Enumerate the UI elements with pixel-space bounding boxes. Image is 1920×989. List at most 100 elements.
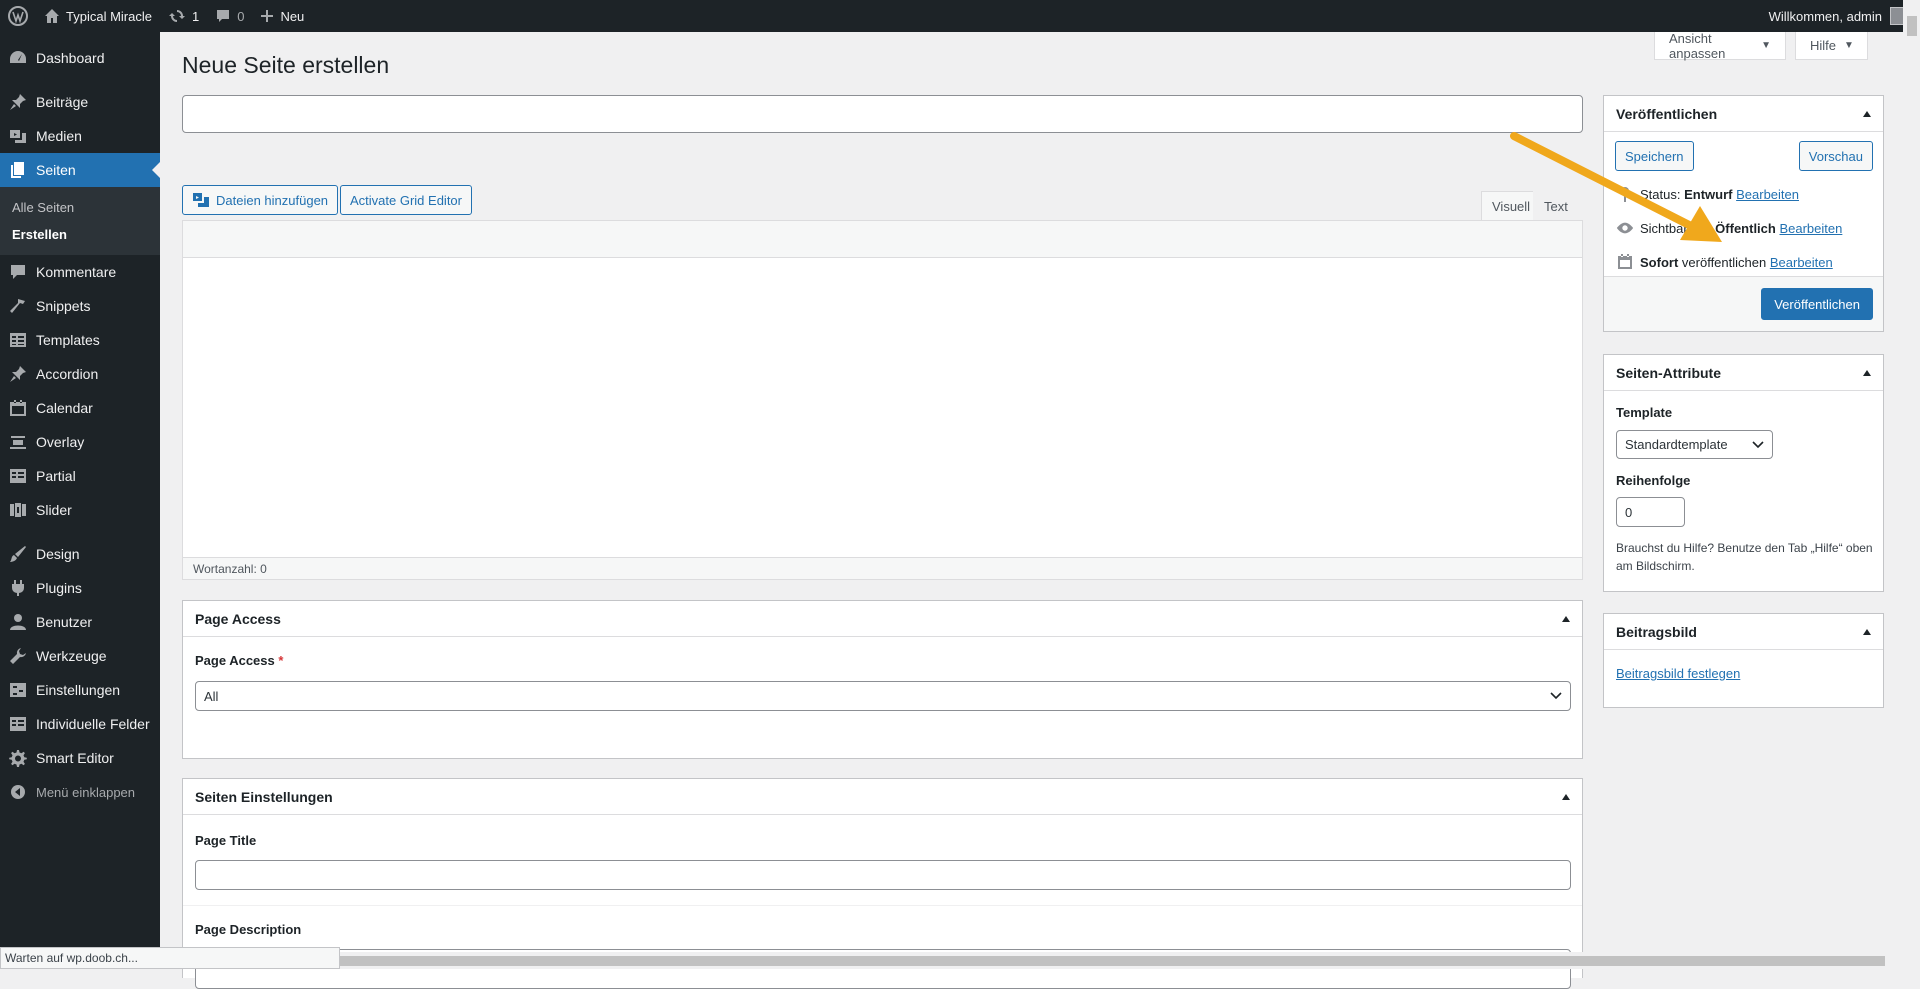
caret-down-icon: ▼: [1761, 40, 1771, 51]
pages-icon: [8, 160, 28, 180]
calendar-icon: [8, 398, 28, 418]
page-description-label: Page Description: [195, 922, 302, 937]
sidebar-item-slider[interactable]: Slider: [0, 493, 160, 527]
sidebar-item-overlay[interactable]: Overlay: [0, 425, 160, 459]
sidebar-item-templates[interactable]: Templates: [0, 323, 160, 357]
editor-toolbar: [183, 221, 1582, 258]
add-media-button[interactable]: Dateien hinzufügen: [182, 185, 339, 215]
edit-schedule-link[interactable]: Bearbeiten: [1770, 255, 1833, 270]
featured-image-header[interactable]: Beitragsbild: [1604, 614, 1883, 650]
required-mark: *: [278, 653, 284, 668]
site-name-link[interactable]: Typical Miracle: [36, 0, 160, 32]
sidebar-item-snippets[interactable]: Snippets: [0, 289, 160, 323]
collapse-arrow-icon[interactable]: [1562, 793, 1570, 800]
featured-image-box: Beitragsbild Beitragsbild festlegen: [1603, 613, 1884, 708]
schedule-row: Sofort veröffentlichen Bearbeiten: [1616, 253, 1833, 271]
page-settings-header[interactable]: Seiten Einstellungen: [183, 779, 1582, 815]
sidebar-item-calendar[interactable]: Calendar: [0, 391, 160, 425]
comment-icon: [8, 262, 28, 282]
scrollbar-thumb[interactable]: [340, 956, 1885, 966]
comments-count: 0: [237, 8, 245, 24]
page-access-header[interactable]: Page Access: [183, 601, 1582, 637]
sidebar-item-accordion[interactable]: Accordion: [0, 357, 160, 391]
page-access-select[interactable]: All: [195, 681, 1571, 711]
wrench-icon: [8, 646, 28, 666]
dashboard-icon: [8, 48, 28, 68]
plugin-icon: [8, 578, 28, 598]
my-account[interactable]: Willkommen, admin: [1769, 0, 1908, 32]
comments-link[interactable]: 0: [207, 0, 252, 32]
submenu-create[interactable]: Erstellen: [0, 221, 160, 248]
collapse-menu-button[interactable]: Menü einklappen: [0, 775, 160, 809]
main-content: Ansicht anpassen ▼ Hilfe ▼ Neue Seite er…: [160, 31, 1900, 989]
page-title-input[interactable]: [195, 860, 1571, 890]
order-input[interactable]: 0: [1616, 497, 1685, 527]
sidebar-item-smart-editor[interactable]: Smart Editor: [0, 741, 160, 775]
publish-button[interactable]: Veröffentlichen: [1761, 288, 1873, 320]
chevron-down-icon: [1752, 440, 1764, 448]
sidebar-item-media[interactable]: Medien: [0, 119, 160, 153]
hammer-icon: [8, 296, 28, 316]
screen-options-button[interactable]: Ansicht anpassen ▼: [1654, 31, 1786, 61]
collapse-arrow-icon[interactable]: [1863, 110, 1871, 117]
sidebar-item-pages[interactable]: Seiten: [0, 153, 160, 187]
vertical-scrollbar[interactable]: [1903, 0, 1920, 969]
table-icon: [8, 330, 28, 350]
page-title-label: Page Title: [195, 833, 257, 848]
media-icon: [8, 126, 28, 146]
wordpress-logo[interactable]: [0, 0, 36, 32]
collapse-icon: [8, 782, 28, 802]
caret-down-icon: ▼: [1844, 40, 1854, 51]
sidebar-item-partial[interactable]: Partial: [0, 459, 160, 493]
sidebar-item-custom-fields[interactable]: Individuelle Felder: [0, 707, 160, 741]
page-title: Neue Seite erstellen: [182, 52, 390, 78]
template-select[interactable]: Standardtemplate: [1616, 430, 1773, 459]
wordpress-icon: [8, 6, 28, 26]
sidebar-item-settings[interactable]: Einstellungen: [0, 673, 160, 707]
plus-icon: [261, 10, 274, 22]
template-label: Template: [1616, 405, 1673, 420]
sidebar-item-design[interactable]: Design: [0, 537, 160, 571]
edit-visibility-link[interactable]: Bearbeiten: [1779, 221, 1842, 236]
title-input[interactable]: [182, 95, 1583, 133]
submenu-all-pages[interactable]: Alle Seiten: [0, 194, 160, 221]
settings-icon: [8, 680, 28, 700]
preview-button[interactable]: Vorschau: [1798, 141, 1873, 171]
sidebar-item-tools[interactable]: Werkzeuge: [0, 639, 160, 673]
page-attributes-box: Seiten-Attribute Template Standardtempla…: [1603, 354, 1884, 592]
welcome-text: Willkommen, admin: [1768, 8, 1882, 24]
annotation-arrow: [1510, 132, 1722, 242]
collapse-arrow-icon[interactable]: [1562, 615, 1570, 622]
sidebar-item-plugins[interactable]: Plugins: [0, 571, 160, 605]
page-attributes-header[interactable]: Seiten-Attribute: [1604, 355, 1883, 391]
collapse-arrow-icon[interactable]: [1863, 369, 1871, 376]
brush-icon: [8, 544, 28, 564]
updates-count: 1: [191, 8, 200, 24]
edit-status-link[interactable]: Bearbeiten: [1736, 187, 1799, 202]
sidebar-item-users[interactable]: Benutzer: [0, 605, 160, 639]
help-text: Brauchst du Hilfe? Benutze den Tab „Hilf…: [1616, 541, 1873, 573]
site-name: Typical Miracle: [66, 8, 152, 24]
page-settings-box: Seiten Einstellungen Page Title Page Des…: [182, 778, 1583, 989]
home-icon: [45, 9, 59, 23]
help-button[interactable]: Hilfe ▼: [1795, 32, 1868, 60]
sidebar-item-dashboard[interactable]: Dashboard: [0, 41, 160, 75]
content-editor[interactable]: Wortanzahl: 0: [182, 220, 1583, 580]
sidebar-item-posts[interactable]: Beiträge: [0, 85, 160, 119]
refresh-icon: [168, 10, 185, 22]
publish-header[interactable]: Veröffentlichen: [1604, 96, 1883, 132]
horizontal-scrollbar[interactable]: [340, 952, 1900, 969]
overlay-icon: [8, 432, 28, 452]
admin-sidebar: Dashboard Beiträge Medien Seiten Alle Se…: [0, 32, 160, 969]
table-icon: [8, 466, 28, 486]
scrollbar-thumb[interactable]: [1907, 16, 1917, 36]
updates-link[interactable]: 1: [160, 0, 207, 32]
slider-icon: [8, 500, 28, 520]
set-featured-image-link[interactable]: Beitragsbild festlegen: [1616, 666, 1740, 681]
sidebar-item-comments[interactable]: Kommentare: [0, 255, 160, 289]
activate-grid-editor-button[interactable]: Activate Grid Editor: [340, 185, 472, 215]
gear-icon: [8, 748, 28, 768]
publish-actions: Veröffentlichen: [1604, 276, 1883, 331]
new-content-link[interactable]: Neu: [252, 0, 312, 32]
collapse-arrow-icon[interactable]: [1863, 628, 1871, 635]
